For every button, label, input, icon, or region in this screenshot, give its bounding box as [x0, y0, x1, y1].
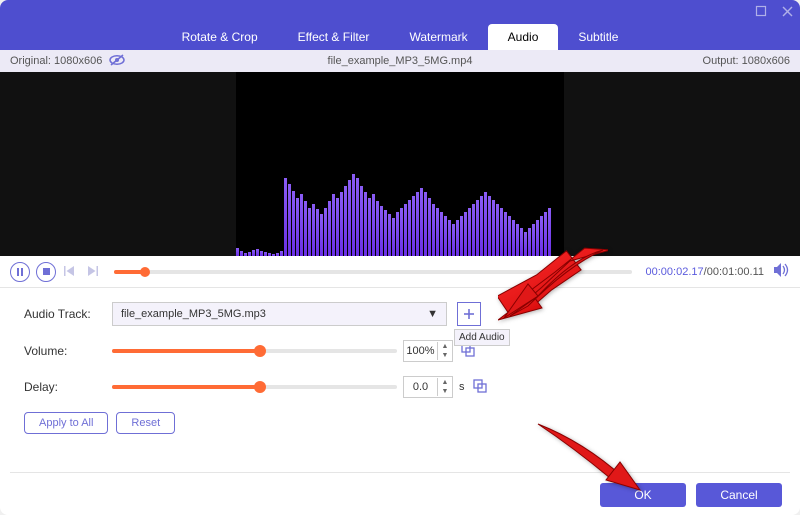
- volume-slider[interactable]: [112, 349, 397, 353]
- skip-forward-icon: [86, 266, 98, 276]
- footer-divider: [10, 472, 790, 473]
- delay-down-icon[interactable]: ▼: [438, 387, 452, 396]
- total-time: 00:01:00.11: [707, 266, 764, 278]
- tab-subtitle[interactable]: Subtitle: [558, 24, 638, 50]
- pause-icon: [16, 268, 24, 276]
- delay-up-icon[interactable]: ▲: [438, 378, 452, 387]
- volume-up-icon[interactable]: ▲: [438, 342, 452, 351]
- tab-watermark[interactable]: Watermark: [389, 24, 487, 50]
- minimize-button[interactable]: [754, 4, 768, 18]
- volume-spinner[interactable]: 100% ▲▼: [403, 340, 453, 362]
- volume-button[interactable]: [774, 263, 790, 281]
- reset-button[interactable]: Reset: [116, 412, 175, 434]
- close-icon: [782, 6, 793, 17]
- audio-settings: Audio Track: file_example_MP3_5MG.mp3 ▼ …: [0, 288, 800, 438]
- original-dimensions: Original: 1080x606: [10, 55, 102, 67]
- title-bar: [0, 0, 800, 22]
- add-audio-tooltip: Add Audio: [454, 329, 510, 346]
- filename-label: file_example_MP3_5MG.mp4: [328, 55, 473, 67]
- chevron-down-icon: ▼: [427, 308, 438, 320]
- delay-label: Delay:: [24, 380, 112, 394]
- audio-track-dropdown[interactable]: file_example_MP3_5MG.mp3 ▼: [112, 302, 447, 326]
- tab-audio[interactable]: Audio: [488, 24, 559, 50]
- current-time: 00:00:02.17: [646, 266, 704, 278]
- waveform-visualization: [236, 156, 564, 256]
- delay-slider[interactable]: [112, 385, 397, 389]
- footer-buttons: OK Cancel: [600, 483, 782, 507]
- progress-knob[interactable]: [140, 267, 150, 277]
- volume-fill: [112, 349, 260, 353]
- preview-area: [0, 72, 800, 256]
- playback-progress[interactable]: [114, 270, 632, 274]
- prev-button[interactable]: [62, 265, 78, 279]
- stop-icon: [43, 268, 50, 275]
- tab-effect-filter[interactable]: Effect & Filter: [278, 24, 390, 50]
- delay-value: 0.0: [404, 381, 437, 393]
- speaker-icon: [774, 263, 790, 277]
- delay-fill: [112, 385, 260, 389]
- audio-track-value: file_example_MP3_5MG.mp3: [121, 308, 266, 320]
- editor-window: Rotate & Crop Effect & Filter Watermark …: [0, 0, 800, 515]
- skip-back-icon: [64, 266, 76, 276]
- volume-label: Volume:: [24, 344, 112, 358]
- plus-icon: [463, 308, 475, 320]
- ok-button[interactable]: OK: [600, 483, 686, 507]
- time-display: 00:00:02.17/00:01:00.11: [646, 266, 764, 278]
- preview-canvas: [236, 72, 564, 256]
- delay-copy-button[interactable]: [473, 379, 487, 396]
- close-button[interactable]: [780, 4, 794, 18]
- add-audio-button[interactable]: Add Audio: [457, 302, 481, 326]
- tab-rotate-crop[interactable]: Rotate & Crop: [162, 24, 278, 50]
- tab-bar: Rotate & Crop Effect & Filter Watermark …: [0, 22, 800, 50]
- playback-controls: 00:00:02.17/00:01:00.11: [0, 256, 800, 288]
- volume-knob[interactable]: [254, 345, 266, 357]
- pause-button[interactable]: [10, 262, 30, 282]
- cancel-button[interactable]: Cancel: [696, 483, 782, 507]
- next-button[interactable]: [84, 265, 100, 279]
- volume-down-icon[interactable]: ▼: [438, 351, 452, 360]
- info-bar: Original: 1080x606 file_example_MP3_5MG.…: [0, 50, 800, 72]
- apply-to-all-button[interactable]: Apply to All: [24, 412, 108, 434]
- delay-spinner[interactable]: 0.0 ▲▼: [403, 376, 453, 398]
- delay-knob[interactable]: [254, 381, 266, 393]
- audio-track-label: Audio Track:: [24, 307, 112, 321]
- square-icon: [755, 5, 767, 17]
- output-dimensions: Output: 1080x606: [703, 55, 790, 67]
- preview-toggle-icon[interactable]: [108, 53, 126, 70]
- volume-value: 100%: [404, 345, 437, 357]
- delay-unit: s: [459, 381, 465, 393]
- stop-button[interactable]: [36, 262, 56, 282]
- copy-icon: [473, 379, 487, 393]
